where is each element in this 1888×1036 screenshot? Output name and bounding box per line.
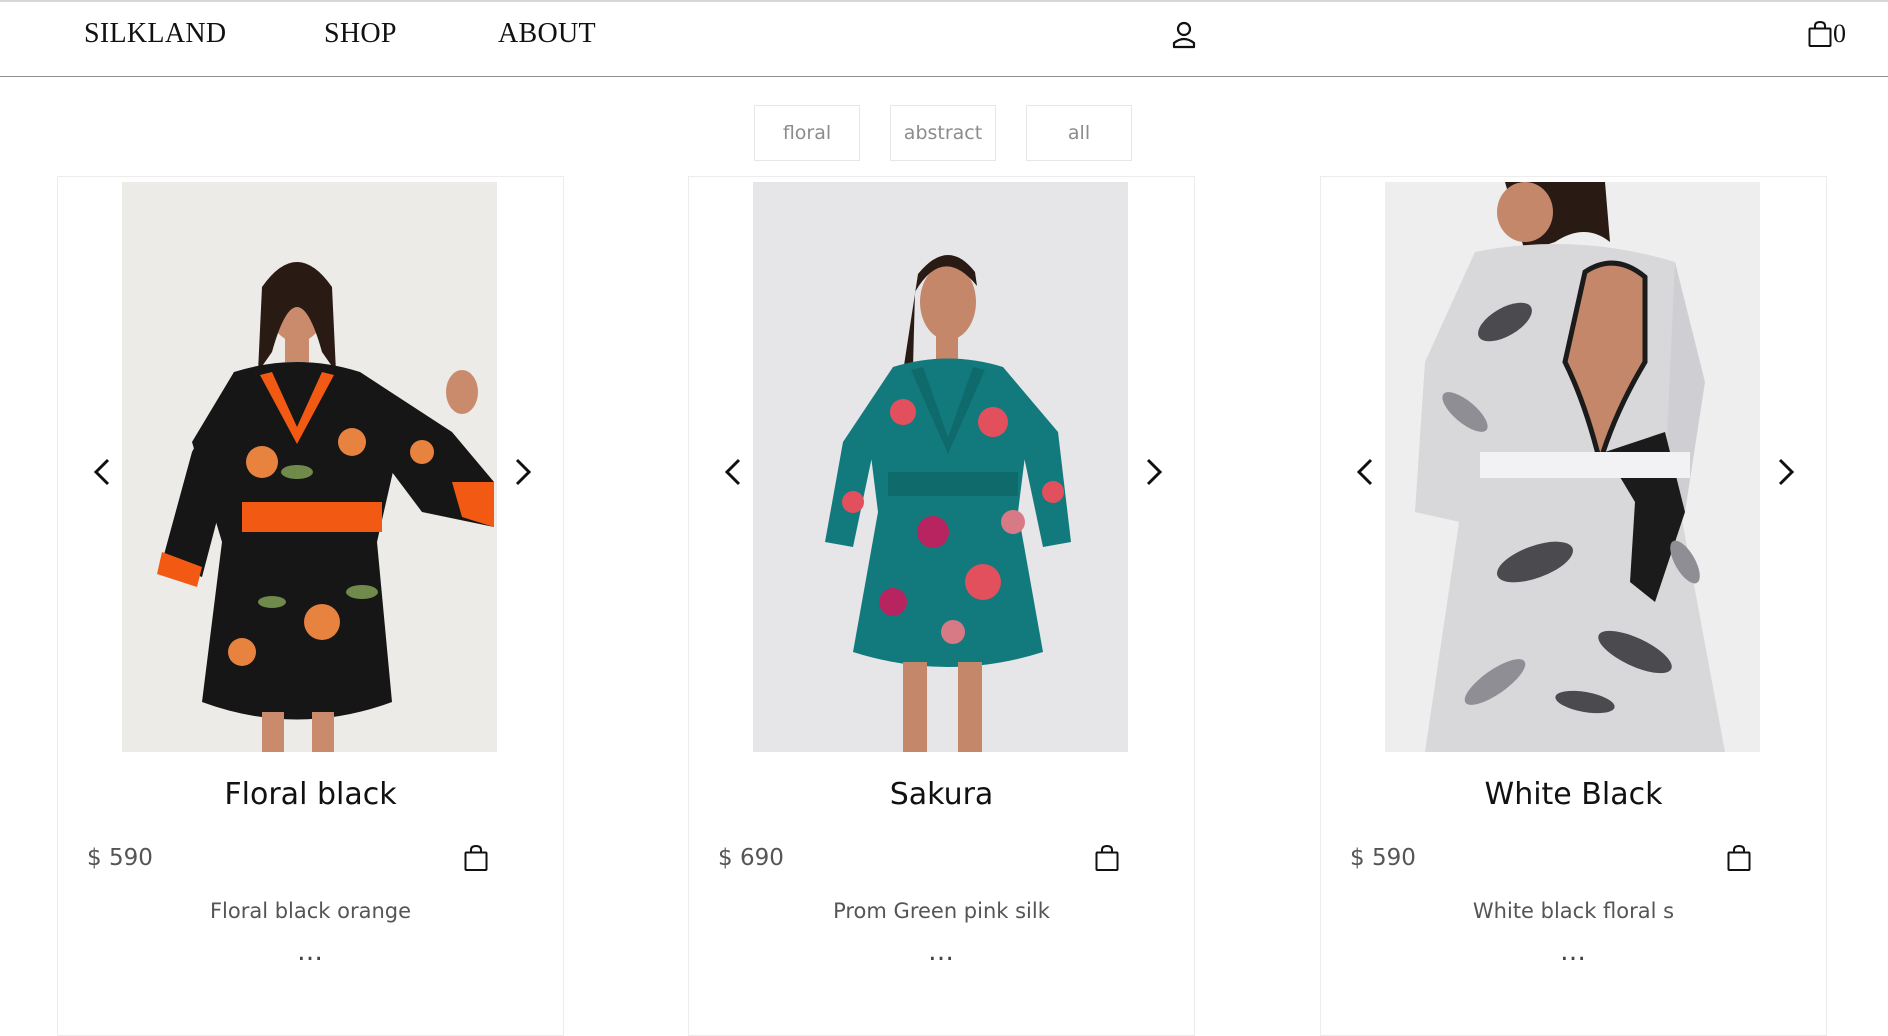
filter-all-button[interactable]: all bbox=[1026, 105, 1132, 161]
add-to-cart-bag-icon[interactable] bbox=[1095, 844, 1119, 872]
cart-button[interactable]: 0 bbox=[1808, 19, 1846, 49]
previous-image-icon[interactable] bbox=[90, 447, 114, 497]
site-logo[interactable]: SILKLAND bbox=[84, 18, 226, 50]
more-options-icon[interactable]: … bbox=[689, 937, 1194, 967]
next-image-icon[interactable] bbox=[511, 447, 535, 497]
nav-about-link[interactable]: ABOUT bbox=[498, 18, 596, 50]
product-image[interactable] bbox=[753, 182, 1128, 752]
product-description: Floral black orange bbox=[209, 899, 412, 923]
product-title[interactable]: Sakura bbox=[689, 777, 1194, 812]
product-description: White black floral s bbox=[1472, 899, 1675, 923]
previous-image-icon[interactable] bbox=[721, 447, 745, 497]
next-image-icon[interactable] bbox=[1142, 447, 1166, 497]
cart-count: 0 bbox=[1833, 19, 1846, 48]
filter-abstract-button[interactable]: abstract bbox=[890, 105, 996, 161]
category-filters: floral abstract all bbox=[754, 105, 1132, 161]
user-account-icon[interactable] bbox=[1172, 21, 1196, 49]
nav-shop-link[interactable]: SHOP bbox=[324, 18, 397, 50]
product-image[interactable] bbox=[1385, 182, 1760, 752]
filter-floral-button[interactable]: floral bbox=[754, 105, 860, 161]
product-price: $ 590 bbox=[1350, 845, 1416, 871]
product-image[interactable] bbox=[122, 182, 497, 752]
product-card: White Black $ 590 White black floral s … bbox=[1320, 176, 1827, 1036]
product-description: Prom Green pink silk bbox=[833, 899, 1050, 923]
shopping-bag-icon bbox=[1808, 20, 1832, 47]
product-card: Floral black $ 590 Floral black orange … bbox=[57, 176, 564, 1036]
dress-photo-floral-black bbox=[122, 182, 497, 752]
dress-photo-white-black bbox=[1385, 182, 1760, 752]
add-to-cart-bag-icon[interactable] bbox=[464, 844, 488, 872]
product-price: $ 590 bbox=[87, 845, 153, 871]
product-title[interactable]: Floral black bbox=[58, 777, 563, 812]
dress-photo-sakura bbox=[753, 182, 1128, 752]
next-image-icon[interactable] bbox=[1774, 447, 1798, 497]
product-title[interactable]: White Black bbox=[1321, 777, 1826, 812]
add-to-cart-bag-icon[interactable] bbox=[1727, 844, 1751, 872]
more-options-icon[interactable]: … bbox=[1321, 937, 1826, 967]
product-card: Sakura $ 690 Prom Green pink silk … bbox=[688, 176, 1195, 1036]
more-options-icon[interactable]: … bbox=[58, 937, 563, 967]
previous-image-icon[interactable] bbox=[1353, 447, 1377, 497]
product-price: $ 690 bbox=[718, 845, 784, 871]
site-header: SILKLAND SHOP ABOUT 0 bbox=[0, 0, 1888, 77]
